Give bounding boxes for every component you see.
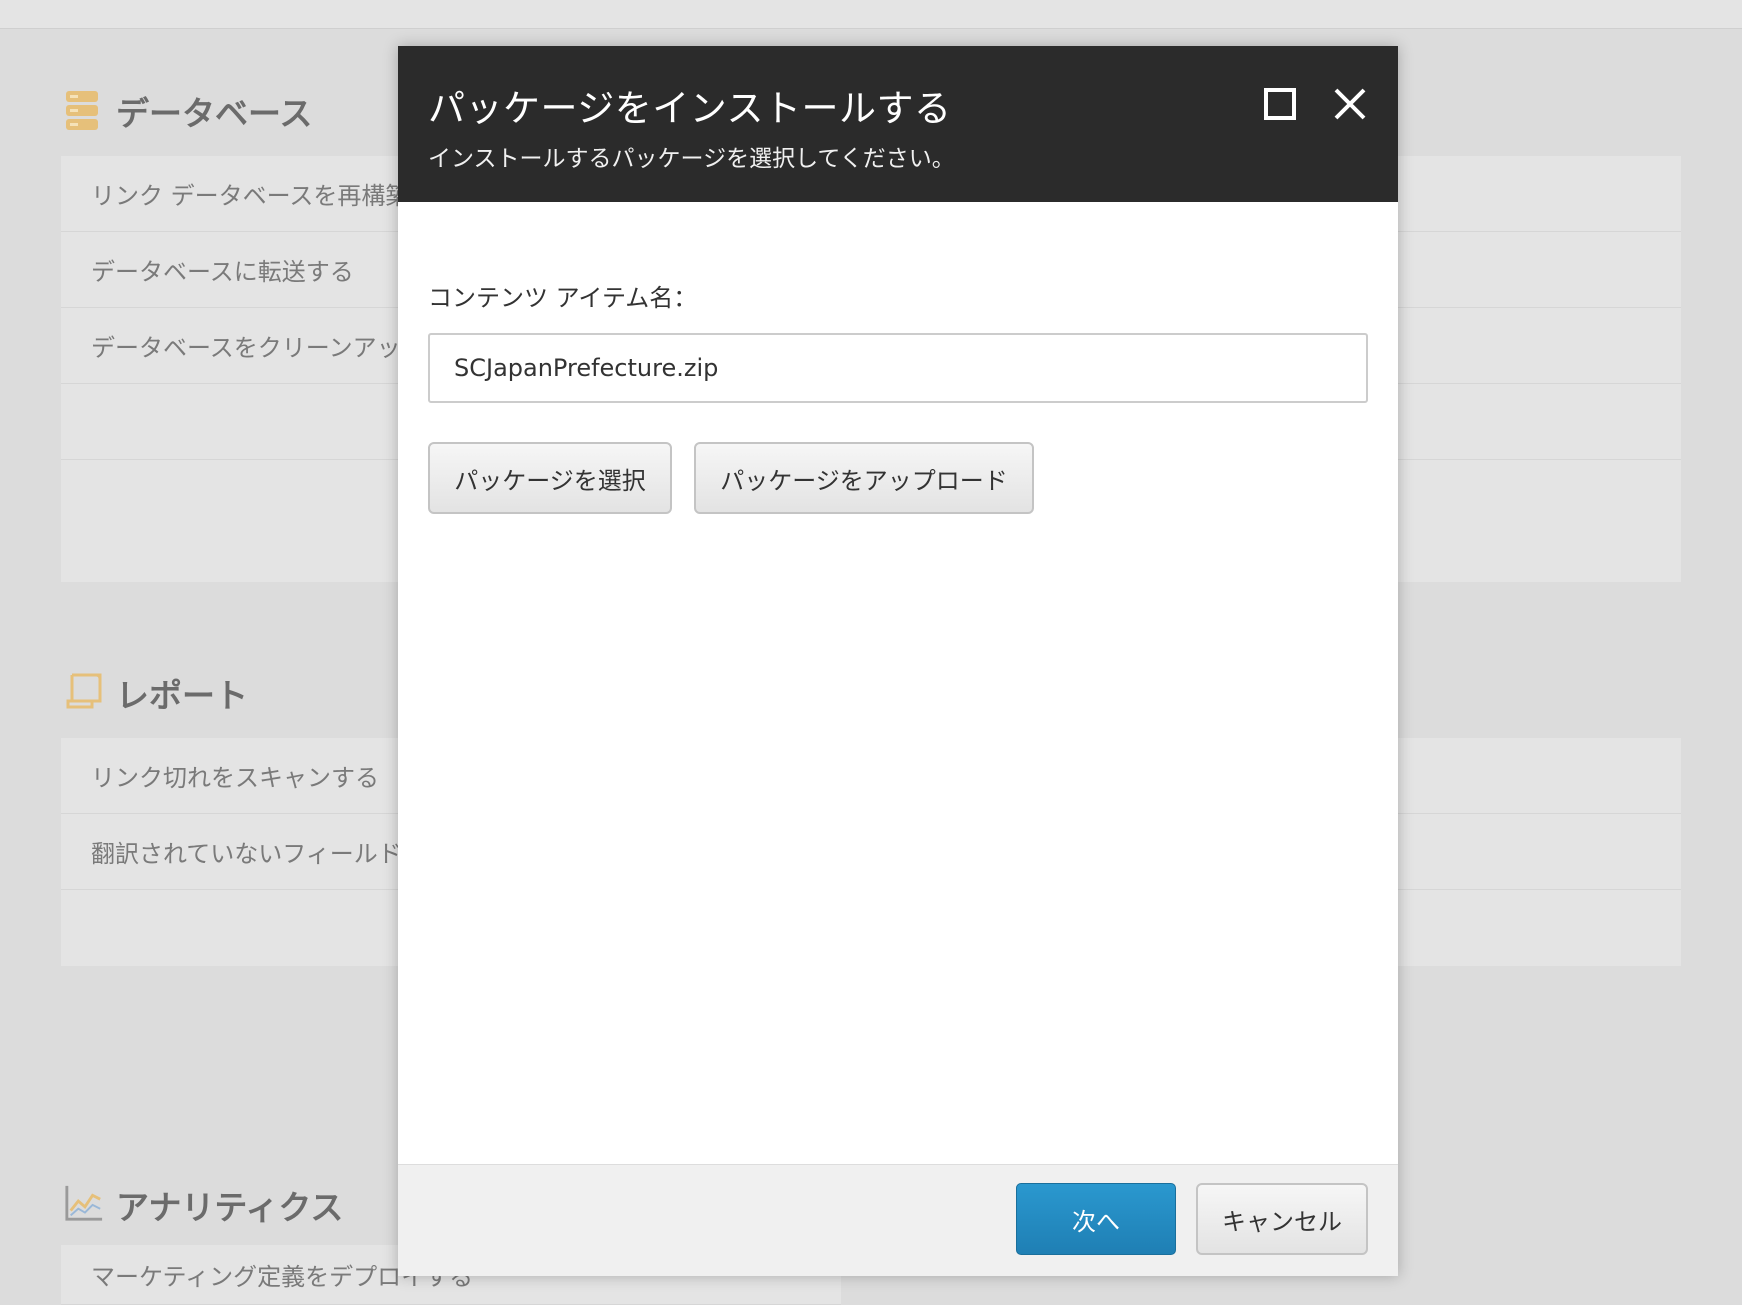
upload-package-button[interactable]: パッケージをアップロード <box>694 442 1034 514</box>
section-title-report: レポート <box>64 669 248 717</box>
close-icon <box>1333 87 1367 125</box>
close-button[interactable] <box>1330 86 1370 126</box>
cancel-button[interactable]: キャンセル <box>1196 1183 1368 1255</box>
database-icon <box>64 89 104 133</box>
maximize-button[interactable] <box>1260 86 1300 126</box>
dialog-title: パッケージをインストールする <box>428 87 952 130</box>
select-package-button[interactable]: パッケージを選択 <box>428 442 672 514</box>
next-button[interactable]: 次へ <box>1016 1183 1176 1255</box>
dialog-body: コンテンツ アイテム名： パッケージを選択 パッケージをアップロード <box>398 202 1398 1210</box>
content-item-name-label: コンテンツ アイテム名： <box>428 284 698 312</box>
top-strip <box>0 0 1742 29</box>
analytics-chart-icon <box>64 1183 104 1227</box>
dialog-header: パッケージをインストールする インストールするパッケージを選択してください。 <box>398 46 1398 202</box>
install-package-dialog: パッケージをインストールする インストールするパッケージを選択してください。 コ… <box>398 46 1398 1276</box>
section-title-label: データベース <box>116 94 313 133</box>
dialog-subtitle: インストールするパッケージを選択してください。 <box>428 146 955 172</box>
section-title-label: アナリティクス <box>116 1188 344 1227</box>
content-item-name-input[interactable] <box>428 333 1368 403</box>
section-title-database: データベース <box>64 87 312 135</box>
dialog-footer: 次へ キャンセル <box>398 1164 1398 1276</box>
maximize-icon <box>1263 87 1297 125</box>
report-scroll-icon <box>64 671 104 715</box>
section-title-analytics: アナリティクス <box>64 1181 343 1229</box>
section-title-label: レポート <box>116 676 248 715</box>
